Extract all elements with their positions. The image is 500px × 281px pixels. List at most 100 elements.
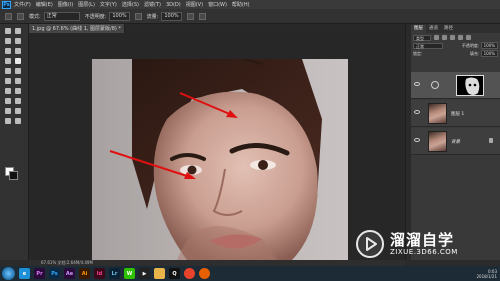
options-bar: 模式: 正常 不透明度: 100% 流量: 100%: [0, 9, 500, 24]
menu-filter[interactable]: 滤镜(T): [144, 1, 161, 8]
premiere-icon[interactable]: Pr: [34, 268, 45, 279]
background-color-swatch[interactable]: [9, 171, 18, 180]
menu-type[interactable]: 文字(Y): [100, 1, 117, 8]
blend-row: 正常 不透明度: 100%: [413, 41, 498, 49]
layer-thumbnail: [428, 103, 447, 124]
gradient-tool-icon[interactable]: [15, 78, 21, 84]
indesign-icon[interactable]: Id: [94, 268, 105, 279]
mode-select[interactable]: 正常: [43, 11, 80, 21]
shape-tool-icon[interactable]: [15, 108, 21, 114]
filter-shape-icon[interactable]: [458, 35, 463, 40]
filter-smart-object-icon[interactable]: [466, 35, 471, 40]
system-tray[interactable]: 0:03 2018/1/21: [476, 269, 497, 279]
firefox-icon[interactable]: [199, 268, 210, 279]
portrait-photo[interactable]: [92, 59, 348, 260]
photoshop-icon[interactable]: Ps: [49, 268, 60, 279]
layer-background[interactable]: 背景: [411, 128, 500, 155]
qq-icon[interactable]: Q: [169, 268, 180, 279]
hand-tool-icon[interactable]: [5, 118, 11, 124]
illustrator-icon[interactable]: Ai: [79, 268, 90, 279]
menu-bar: Ps 文件(F) 编辑(E) 图像(I) 图层(L) 文字(Y) 选择(S) 滤…: [0, 0, 500, 9]
visibility-eye-icon[interactable]: [414, 110, 420, 114]
lock-row: 锁定: 填充: 100%: [413, 49, 498, 57]
chrome-icon[interactable]: [184, 268, 195, 279]
media-player-icon[interactable]: ▶: [139, 268, 150, 279]
visibility-eye-icon[interactable]: [414, 82, 420, 86]
canvas-area[interactable]: [29, 33, 405, 260]
tab-paths[interactable]: 路径: [441, 25, 456, 33]
airbrush-icon[interactable]: [186, 12, 194, 20]
pen-tool-icon[interactable]: [5, 98, 11, 104]
filter-type-icon[interactable]: [450, 35, 455, 40]
tab-layers[interactable]: 图层: [411, 25, 426, 33]
filter-adjustment-icon[interactable]: [442, 35, 447, 40]
menu-window[interactable]: 窗口(W): [208, 1, 227, 8]
menu-edit[interactable]: 编辑(E): [36, 1, 53, 8]
layer-opacity-field[interactable]: 100%: [480, 41, 498, 49]
layer-curves-adjustment[interactable]: [411, 72, 500, 99]
after-effects-icon[interactable]: Ae: [64, 268, 75, 279]
blur-tool-icon[interactable]: [5, 88, 11, 94]
photoshop-logo: Ps: [2, 0, 11, 9]
healing-brush-tool-icon[interactable]: [5, 58, 11, 64]
flow-field[interactable]: 100%: [161, 11, 182, 21]
menu-select[interactable]: 选择(S): [122, 1, 139, 8]
folder-icon[interactable]: [154, 268, 165, 279]
brush-panel-icon[interactable]: [17, 12, 24, 20]
brush-tool-icon[interactable]: [15, 58, 21, 64]
eyedropper-tool-icon[interactable]: [15, 48, 21, 54]
quick-select-tool-icon[interactable]: [15, 38, 21, 44]
pressure-size-icon[interactable]: [198, 12, 206, 20]
start-button[interactable]: [2, 267, 15, 280]
taskbar-icons: e Pr Ps Ae Ai Id Lr W ▶ Q: [15, 268, 210, 279]
portrait-image: [109, 59, 322, 260]
type-tool-icon[interactable]: [15, 98, 21, 104]
blend-mode-select[interactable]: 正常: [413, 42, 443, 49]
layer-thumbnail: [428, 131, 447, 152]
tab-channels[interactable]: 通道: [426, 25, 441, 33]
tools-panel: [0, 24, 29, 260]
eraser-tool-icon[interactable]: [5, 78, 11, 84]
menu-file[interactable]: 文件(F): [14, 1, 31, 8]
layer-opacity-label: 不透明度:: [461, 42, 480, 48]
lock-icon: [489, 138, 493, 143]
watermark-url: ZIXUE.3D66.COM: [390, 248, 458, 256]
menu-layer[interactable]: 图层(L): [78, 1, 95, 8]
lasso-tool-icon[interactable]: [5, 38, 11, 44]
move-tool-icon[interactable]: [5, 28, 11, 34]
path-selection-tool-icon[interactable]: [5, 108, 11, 114]
dodge-tool-icon[interactable]: [15, 88, 21, 94]
lightroom-icon[interactable]: Lr: [109, 268, 120, 279]
menu-view[interactable]: 视图(V): [186, 1, 203, 8]
menu-help[interactable]: 帮助(H): [232, 1, 250, 8]
history-brush-tool-icon[interactable]: [15, 68, 21, 74]
watermark-title: 溜溜自学: [390, 231, 455, 249]
lock-label: 锁定:: [413, 50, 423, 56]
layer-name[interactable]: 图层 1: [451, 111, 464, 117]
layer-1[interactable]: 图层 1: [411, 100, 500, 127]
opacity-label: 不透明度:: [84, 13, 107, 20]
brush-preset-icon[interactable]: [5, 12, 12, 20]
filter-pixel-icon[interactable]: [434, 35, 439, 40]
clone-stamp-tool-icon[interactable]: [5, 68, 11, 74]
opacity-field[interactable]: 100%: [109, 11, 130, 21]
layer-name[interactable]: 背景: [451, 139, 460, 145]
layer-filter-row: 类型: [413, 34, 498, 41]
zoom-tool-icon[interactable]: [15, 118, 21, 124]
layer-mask-thumbnail[interactable]: [456, 75, 484, 96]
layer-filter-select[interactable]: 类型: [413, 34, 431, 41]
ie-icon[interactable]: e: [19, 268, 30, 279]
document-tab-title: 1.jpg @ 67.6% (曲线 1, 图层蒙版/8) *: [32, 26, 121, 32]
pressure-opacity-icon[interactable]: [134, 12, 142, 20]
crop-tool-icon[interactable]: [5, 48, 11, 54]
mode-label: 模式:: [29, 13, 41, 20]
menu-image[interactable]: 图像(I): [58, 1, 73, 8]
wechat-icon[interactable]: W: [124, 268, 135, 279]
layers-panel: 图层 通道 路径 类型 正常 不透明度: 100% 锁定: 填充: 100% 图…: [411, 24, 500, 260]
menu-3d[interactable]: 3D(D): [166, 2, 181, 8]
document-tab[interactable]: 1.jpg @ 67.6% (曲线 1, 图层蒙版/8) *: [29, 24, 125, 33]
visibility-eye-icon[interactable]: [414, 138, 420, 142]
marquee-tool-icon[interactable]: [15, 28, 21, 34]
clock-date: 2018/1/21: [476, 273, 497, 279]
fill-field[interactable]: 100%: [480, 49, 498, 57]
